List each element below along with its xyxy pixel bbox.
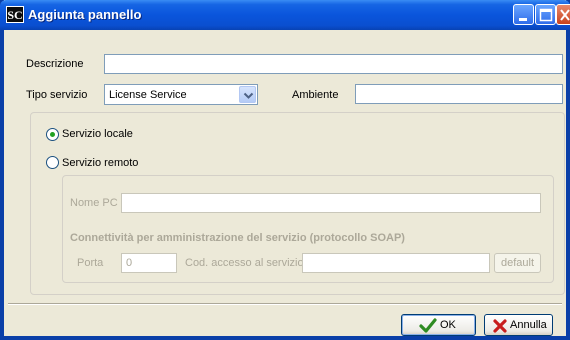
cod-accesso-input[interactable] — [302, 253, 490, 273]
servizio-remoto-radio[interactable] — [46, 156, 59, 169]
servizio-locale-label[interactable]: Servizio locale — [62, 128, 133, 140]
default-button[interactable]: default — [494, 253, 541, 273]
ok-button-label: OK — [440, 319, 456, 331]
servizio-remoto-label[interactable]: Servizio remoto — [62, 157, 138, 169]
porta-label: Porta — [77, 257, 104, 269]
nome-pc-input[interactable] — [121, 193, 541, 213]
minimize-icon — [519, 18, 527, 21]
maximize-icon — [539, 8, 553, 22]
ok-button[interactable]: OK — [401, 314, 476, 336]
descrizione-label: Descrizione — [26, 58, 84, 70]
annulla-button-label: Annulla — [510, 319, 547, 331]
close-button[interactable] — [556, 4, 570, 25]
cod-accesso-label: Cod. accesso al servizio — [185, 257, 304, 269]
descrizione-input[interactable] — [104, 54, 563, 74]
close-icon — [560, 9, 570, 21]
connectivity-heading: Connettività per amministrazione del ser… — [70, 232, 405, 244]
button-bar-divider — [8, 303, 562, 305]
tipo-servizio-value: License Service — [109, 89, 187, 101]
window-title: Aggiunta pannello — [28, 7, 142, 22]
default-button-label: default — [501, 257, 535, 269]
minimize-button[interactable] — [513, 4, 534, 25]
dropdown-arrow-button[interactable] — [239, 86, 256, 103]
chevron-down-icon — [243, 92, 254, 99]
maximize-button[interactable] — [535, 4, 556, 25]
ambiente-input[interactable] — [355, 84, 563, 104]
cancel-x-icon — [493, 319, 507, 333]
tipo-servizio-select[interactable]: License Service — [104, 84, 258, 105]
dialog-window: SC Aggiunta pannello Descrizione Tipo se… — [0, 0, 570, 340]
servizio-locale-radio[interactable] — [46, 128, 59, 141]
title-bar[interactable]: SC Aggiunta pannello — [0, 0, 570, 30]
annulla-button[interactable]: Annulla — [484, 314, 553, 336]
radio-selected-dot — [50, 132, 55, 137]
app-icon: SC — [6, 6, 24, 23]
nome-pc-label: Nome PC — [70, 197, 118, 209]
ambiente-label: Ambiente — [292, 89, 339, 101]
checkmark-icon — [419, 318, 437, 333]
tipo-servizio-label: Tipo servizio — [26, 89, 88, 101]
porta-input[interactable] — [121, 253, 177, 273]
